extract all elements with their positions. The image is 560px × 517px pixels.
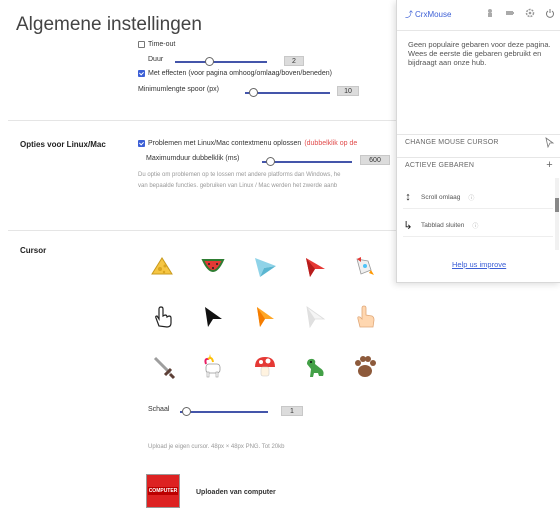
effects-option[interactable]: Met effecten (voor pagina omhoog/omlaag/… bbox=[138, 70, 332, 77]
info-icon[interactable]: ⓘ bbox=[468, 193, 474, 202]
linux-help-line1: Du optie om problemen op te lossen met a… bbox=[138, 172, 341, 178]
paper-plane-cursor-icon[interactable] bbox=[250, 252, 280, 282]
max-dblclick-slider[interactable] bbox=[262, 157, 352, 166]
power-icon[interactable] bbox=[545, 8, 555, 18]
upload-note: Upload je eigen cursor. 48px × 48px PNG.… bbox=[148, 444, 285, 450]
brand-logo-icon: ⤴ bbox=[405, 10, 413, 19]
paw-cursor-icon[interactable] bbox=[350, 352, 380, 382]
gesture-label: Scroll omlaag bbox=[421, 193, 461, 201]
red-arrow-cursor-icon[interactable] bbox=[300, 252, 330, 282]
unicorn-cursor-icon[interactable] bbox=[198, 352, 228, 382]
duration-slider[interactable] bbox=[175, 57, 267, 66]
upload-logo[interactable]: COMPUTER bbox=[146, 474, 180, 508]
linux-fix-warning: (dubbelklik op de bbox=[304, 140, 358, 147]
battery-icon[interactable] bbox=[505, 8, 515, 18]
linux-section-label: Opties voor Linux/Mac bbox=[20, 140, 106, 149]
change-cursor-section[interactable]: CHANGE MOUSE CURSOR bbox=[397, 134, 560, 151]
hand-outline-cursor-icon[interactable] bbox=[148, 302, 178, 332]
upload-logo-text: COMPUTER bbox=[147, 487, 179, 495]
gestures-scrollbar[interactable] bbox=[555, 178, 559, 250]
help-us-improve-link[interactable]: Help us improve bbox=[452, 260, 506, 269]
max-dblclick-slider-knob[interactable] bbox=[266, 157, 275, 166]
gesture-label: Tabblad sluiten bbox=[421, 221, 465, 229]
cursor-section-label: Cursor bbox=[20, 246, 47, 255]
black-arrow-cursor-icon[interactable] bbox=[198, 302, 228, 332]
linux-fix-option[interactable]: Problemen met Linux/Mac contextmenu oplo… bbox=[138, 140, 357, 147]
add-gesture-icon[interactable]: + bbox=[544, 160, 555, 171]
min-length-value: 10 bbox=[337, 86, 359, 96]
min-length-slider-knob[interactable] bbox=[249, 88, 258, 97]
scale-value: 1 bbox=[281, 406, 303, 416]
scale-slider-knob[interactable] bbox=[182, 407, 191, 416]
gesture-icon[interactable] bbox=[485, 8, 495, 18]
popup-message: Geen populaire gebaren voor deze pagina.… bbox=[408, 40, 551, 67]
effects-label: Met effecten (voor pagina omhoog/omlaag/… bbox=[148, 70, 332, 77]
section-divider bbox=[8, 120, 396, 121]
scale-slider[interactable] bbox=[180, 407, 268, 416]
section-divider bbox=[8, 230, 396, 231]
cheese-cursor-icon[interactable] bbox=[147, 252, 177, 282]
pointing-hand-cursor-icon[interactable] bbox=[350, 302, 380, 332]
sword-cursor-icon[interactable] bbox=[148, 352, 178, 382]
cursor-icon bbox=[545, 137, 555, 148]
rocket-cursor-icon[interactable] bbox=[350, 252, 380, 282]
upload-from-computer-label[interactable]: Uploaden van computer bbox=[196, 489, 276, 496]
timeout-option[interactable]: Time-out bbox=[138, 41, 175, 48]
max-dblclick-label: Maximumduur dubbelklik (ms) bbox=[146, 155, 240, 162]
gesture-item[interactable]: ↕ Scroll omlaag ⓘ bbox=[403, 186, 553, 209]
active-gestures-section: ACTIEVE GEBAREN + bbox=[397, 157, 560, 174]
duration-label: Duur bbox=[148, 56, 164, 63]
popup-header: ⤴ CrxMouse bbox=[397, 0, 560, 31]
timeout-label: Time-out bbox=[148, 41, 176, 48]
page-title: Algemene instellingen bbox=[16, 14, 202, 35]
scale-label: Schaal bbox=[148, 406, 170, 413]
effects-checkbox[interactable] bbox=[138, 70, 145, 77]
popup-brand: ⤴ CrxMouse bbox=[405, 9, 451, 20]
timeout-checkbox[interactable] bbox=[138, 41, 145, 48]
linux-help-line2: van bepaalde functies. gebruiken van Lin… bbox=[138, 183, 338, 189]
mushroom-cursor-icon[interactable] bbox=[250, 352, 280, 382]
watermelon-cursor-icon[interactable] bbox=[198, 252, 228, 282]
dinosaur-cursor-icon[interactable] bbox=[300, 352, 330, 382]
gesture-item[interactable]: ↳ Tabblad sluiten ⓘ bbox=[403, 214, 553, 237]
min-length-slider[interactable] bbox=[245, 88, 330, 97]
linux-fix-checkbox[interactable] bbox=[138, 140, 145, 147]
white-arrow-cursor-icon[interactable] bbox=[300, 302, 330, 332]
info-icon[interactable]: ⓘ bbox=[472, 221, 478, 230]
max-dblclick-value: 600 bbox=[360, 155, 390, 165]
gestures-scrollbar-thumb[interactable] bbox=[555, 198, 559, 212]
active-gestures-label: ACTIEVE GEBAREN bbox=[405, 162, 475, 169]
duration-slider-knob[interactable] bbox=[205, 57, 214, 66]
min-length-label: Minimumlengte spoor (px) bbox=[138, 86, 219, 93]
crxmouse-popup: ⤴ CrxMouse Geen populaire gebaren voor d… bbox=[396, 0, 560, 283]
scroll-down-gesture-icon: ↕ bbox=[405, 191, 411, 203]
brand-name: CrxMouse bbox=[415, 10, 452, 19]
orange-arrow-cursor-icon[interactable] bbox=[250, 302, 280, 332]
duration-value: 2 bbox=[284, 56, 304, 66]
change-cursor-label: CHANGE MOUSE CURSOR bbox=[405, 139, 499, 146]
gear-icon[interactable] bbox=[525, 8, 535, 18]
close-tab-gesture-icon: ↳ bbox=[403, 219, 413, 232]
linux-fix-label: Problemen met Linux/Mac contextmenu oplo… bbox=[148, 140, 302, 147]
